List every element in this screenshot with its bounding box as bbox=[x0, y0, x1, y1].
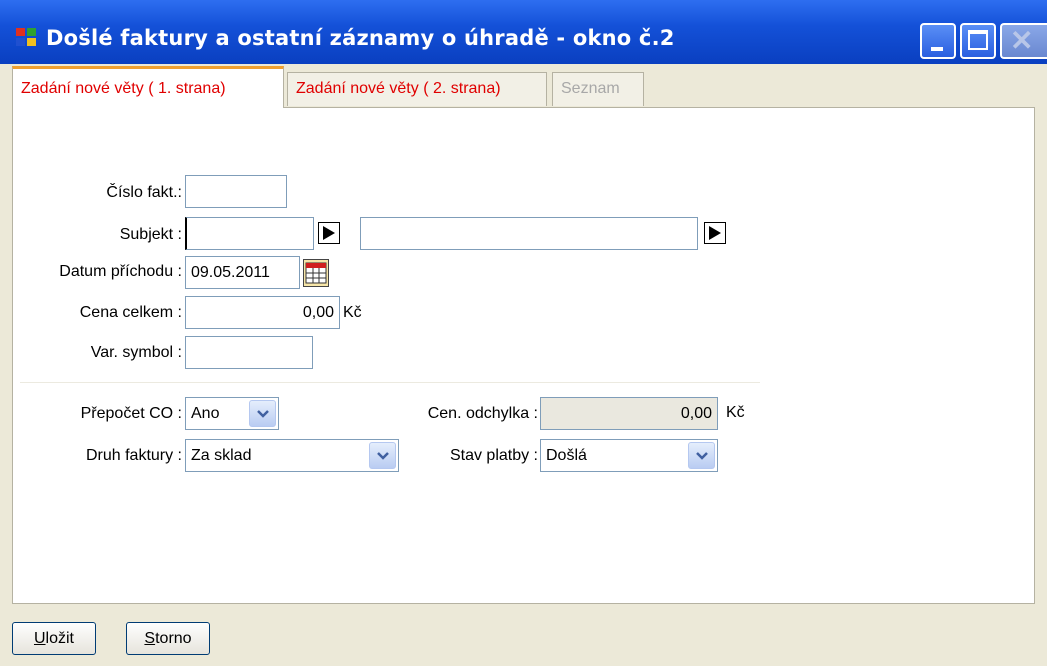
datum-prichodu-input[interactable]: 09.05.2011 bbox=[185, 256, 300, 289]
save-mnemonic: U bbox=[33, 630, 46, 647]
cena-celkem-label: Cena celkem : bbox=[79, 304, 182, 321]
subjekt-label: Subjekt : bbox=[119, 226, 182, 243]
cen-odchylka-label: Cen. odchylka : bbox=[427, 405, 538, 422]
minimize-button[interactable] bbox=[920, 23, 956, 59]
cancel-label: torno bbox=[155, 630, 192, 647]
subjekt-lookup-button[interactable] bbox=[318, 222, 340, 244]
prepocet-co-label: Přepočet CO : bbox=[80, 405, 182, 422]
maximize-icon bbox=[968, 30, 988, 50]
cena-celkem-unit: Kč bbox=[343, 304, 362, 321]
datum-prichodu-label: Datum příchodu : bbox=[59, 263, 182, 280]
var-symbol-label: Var. symbol : bbox=[90, 344, 182, 361]
subjekt-input[interactable] bbox=[185, 217, 314, 250]
window-title: Došlé faktury a ostatní záznamy o úhradě… bbox=[46, 26, 675, 50]
stav-platby-select[interactable]: Došlá bbox=[540, 439, 718, 472]
cen-odchylka-unit: Kč bbox=[726, 404, 745, 421]
cislo-fakt-input[interactable] bbox=[185, 175, 287, 208]
save-label: ložit bbox=[45, 630, 74, 647]
stav-platby-label: Stav platby : bbox=[449, 447, 538, 464]
tab-seznam[interactable]: Seznam bbox=[552, 72, 644, 106]
chevron-down-icon bbox=[696, 452, 708, 460]
title-bar[interactable]: Došlé faktury a ostatní záznamy o úhradě… bbox=[0, 0, 1047, 64]
play-arrow-icon bbox=[709, 226, 721, 240]
play-arrow-icon bbox=[323, 226, 335, 240]
maximize-button[interactable] bbox=[960, 23, 996, 59]
app-icon bbox=[16, 28, 38, 48]
save-button[interactable]: Uložit bbox=[12, 622, 96, 655]
druh-faktury-label: Druh faktury : bbox=[85, 447, 182, 464]
prepocet-co-select[interactable]: Ano bbox=[185, 397, 279, 430]
calendar-icon bbox=[305, 262, 327, 284]
calendar-button[interactable] bbox=[303, 259, 329, 287]
var-symbol-input[interactable] bbox=[185, 336, 313, 369]
cancel-mnemonic: S bbox=[144, 630, 156, 647]
subjekt-name-lookup-button[interactable] bbox=[704, 222, 726, 244]
tab-page-1[interactable]: Zadání nové věty ( 1. strana) bbox=[12, 66, 284, 108]
cislo-fakt-label: Číslo fakt.: bbox=[106, 184, 182, 201]
druh-faktury-value: Za sklad bbox=[191, 447, 252, 464]
cancel-button[interactable]: Storno bbox=[126, 622, 210, 655]
minimize-icon bbox=[931, 47, 943, 51]
druh-faktury-select[interactable]: Za sklad bbox=[185, 439, 399, 472]
close-icon: ✕ bbox=[1010, 25, 1034, 56]
chevron-down-icon bbox=[257, 410, 269, 418]
cena-celkem-input[interactable]: 0,00 bbox=[185, 296, 340, 329]
close-button[interactable]: ✕ bbox=[1000, 23, 1047, 59]
tab-page-2[interactable]: Zadání nové věty ( 2. strana) bbox=[287, 72, 547, 106]
app-window: Došlé faktury a ostatní záznamy o úhradě… bbox=[0, 0, 1047, 666]
cen-odchylka-input: 0,00 bbox=[540, 397, 718, 430]
subjekt-name-input[interactable] bbox=[360, 217, 698, 250]
prepocet-co-value: Ano bbox=[191, 405, 220, 422]
dropdown-button[interactable] bbox=[249, 400, 276, 427]
dropdown-button[interactable] bbox=[688, 442, 715, 469]
section-divider bbox=[20, 382, 760, 383]
stav-platby-value: Došlá bbox=[546, 447, 587, 464]
